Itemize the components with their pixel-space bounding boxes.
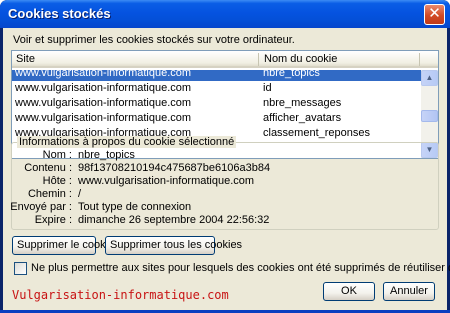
detail-sent-by-row: Envoyé par : Tout type de connexion	[10, 201, 438, 213]
detail-path-label: Chemin :	[27, 188, 72, 200]
dialog-body: Voir et supprimer les cookies stockés su…	[3, 28, 450, 310]
list-row-selected[interactable]: www.vulgarisation-informatique.com nbre_…	[12, 70, 421, 81]
detail-expires-row: Expire : dimanche 26 septembre 2004 22:5…	[12, 214, 438, 226]
row-cookie-name: nbre_messages	[263, 97, 342, 109]
detail-name-value: nbre_topics	[78, 149, 135, 161]
close-button[interactable]: ✕	[424, 4, 445, 25]
scroll-thumb[interactable]	[421, 110, 438, 122]
remove-cookie-button[interactable]: Supprimer le cookie	[12, 236, 114, 255]
block-removed-sites-checkbox[interactable]	[14, 262, 27, 275]
detail-host-label: Hôte :	[42, 175, 72, 187]
ok-button[interactable]: OK	[323, 282, 375, 301]
detail-content-value: 98f13708210194c475687be6106a3b84	[78, 162, 271, 174]
row-site: www.vulgarisation-informatique.com	[15, 112, 192, 124]
row-site: www.vulgarisation-informatique.com	[15, 97, 192, 109]
list-row[interactable]: www.vulgarisation-informatique.com nbre_…	[12, 96, 421, 111]
column-divider[interactable]	[419, 53, 420, 66]
row-cookie-name: nbre_topics	[263, 70, 320, 79]
row-site: www.vulgarisation-informatique.com	[15, 70, 192, 79]
details-legend: Informations à propos du cookie sélectio…	[17, 136, 237, 148]
row-site: www.vulgarisation-informatique.com	[15, 82, 192, 94]
detail-sent-by-label: Envoyé par :	[10, 201, 72, 213]
row-cookie-name: afficher_avatars	[263, 112, 342, 124]
intro-text: Voir et supprimer les cookies stockés su…	[13, 34, 295, 46]
column-header-cookie-name[interactable]: Nom du cookie	[264, 53, 337, 65]
detail-name-row: Nom : nbre_topics	[12, 149, 438, 161]
list-row[interactable]: www.vulgarisation-informatique.com affic…	[12, 111, 421, 126]
column-divider[interactable]	[258, 53, 259, 66]
remove-all-cookies-button[interactable]: Supprimer tous les cookies	[105, 236, 242, 255]
detail-host-row: Hôte : www.vulgarisation-informatique.co…	[12, 175, 438, 187]
row-cookie-name: id	[263, 82, 272, 94]
detail-sent-by-value: Tout type de connexion	[78, 201, 192, 213]
detail-path-value: /	[78, 188, 82, 200]
title-bar[interactable]: Cookies stockés ✕	[0, 0, 450, 28]
list-header: Site Nom du cookie	[12, 51, 438, 68]
detail-expires-value: dimanche 26 septembre 2004 22:56:32	[78, 214, 270, 226]
cookies-dialog: Cookies stockés ✕ Voir et supprimer les …	[0, 0, 450, 313]
detail-content-row: Contenu : 98f13708210194c475687be6106a3b…	[12, 162, 438, 174]
detail-host-value: www.vulgarisation-informatique.com	[78, 175, 255, 187]
column-header-site[interactable]: Site	[16, 53, 35, 65]
detail-name-label: Nom :	[42, 149, 72, 161]
list-row[interactable]: www.vulgarisation-informatique.com id	[12, 81, 421, 96]
cancel-button[interactable]: Annuler	[383, 282, 435, 301]
scroll-up-button[interactable]: ▲	[421, 70, 438, 86]
detail-expires-label: Expire :	[34, 214, 72, 226]
row-cookie-name: classement_reponses	[263, 127, 371, 139]
window-title: Cookies stockés	[8, 6, 111, 21]
detail-content-label: Contenu :	[24, 162, 72, 174]
site-watermark: Vulgarisation-informatique.com	[12, 288, 229, 302]
block-removed-sites-label: Ne plus permettre aux sites pour lesquel…	[31, 262, 450, 274]
cookie-details-group: Informations à propos du cookie sélectio…	[10, 136, 439, 230]
detail-path-row: Chemin : /	[12, 188, 438, 200]
